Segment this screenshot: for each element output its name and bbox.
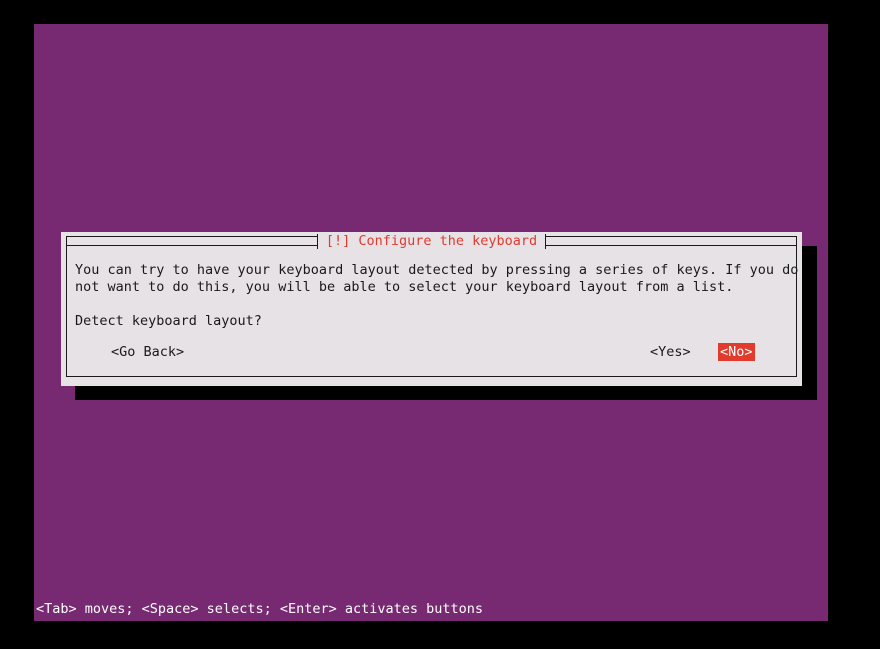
go-back-button[interactable]: <Go Back> bbox=[109, 343, 186, 361]
dialog-title-bar: [!] Configure the keyboard bbox=[66, 232, 798, 250]
configure-keyboard-dialog: [!] Configure the keyboard You can try t… bbox=[61, 232, 802, 386]
title-rule-left bbox=[66, 244, 317, 246]
dialog-body: You can try to have your keyboard layout… bbox=[75, 262, 799, 330]
yes-button[interactable]: <Yes> bbox=[648, 343, 693, 361]
no-button[interactable]: <No> bbox=[718, 343, 755, 361]
dialog-description: You can try to have your keyboard layout… bbox=[75, 262, 799, 295]
installer-screen: [!] Configure the keyboard You can try t… bbox=[0, 0, 880, 649]
title-rule-right bbox=[546, 244, 798, 246]
footer-key-hints: <Tab> moves; <Space> selects; <Enter> ac… bbox=[36, 601, 484, 617]
dialog-question: Detect keyboard layout? bbox=[75, 313, 262, 329]
dialog-title: [!] Configure the keyboard bbox=[317, 232, 546, 250]
dialog-button-row: <Go Back> <Yes> <No> bbox=[75, 343, 788, 361]
title-cap-right bbox=[545, 233, 547, 249]
